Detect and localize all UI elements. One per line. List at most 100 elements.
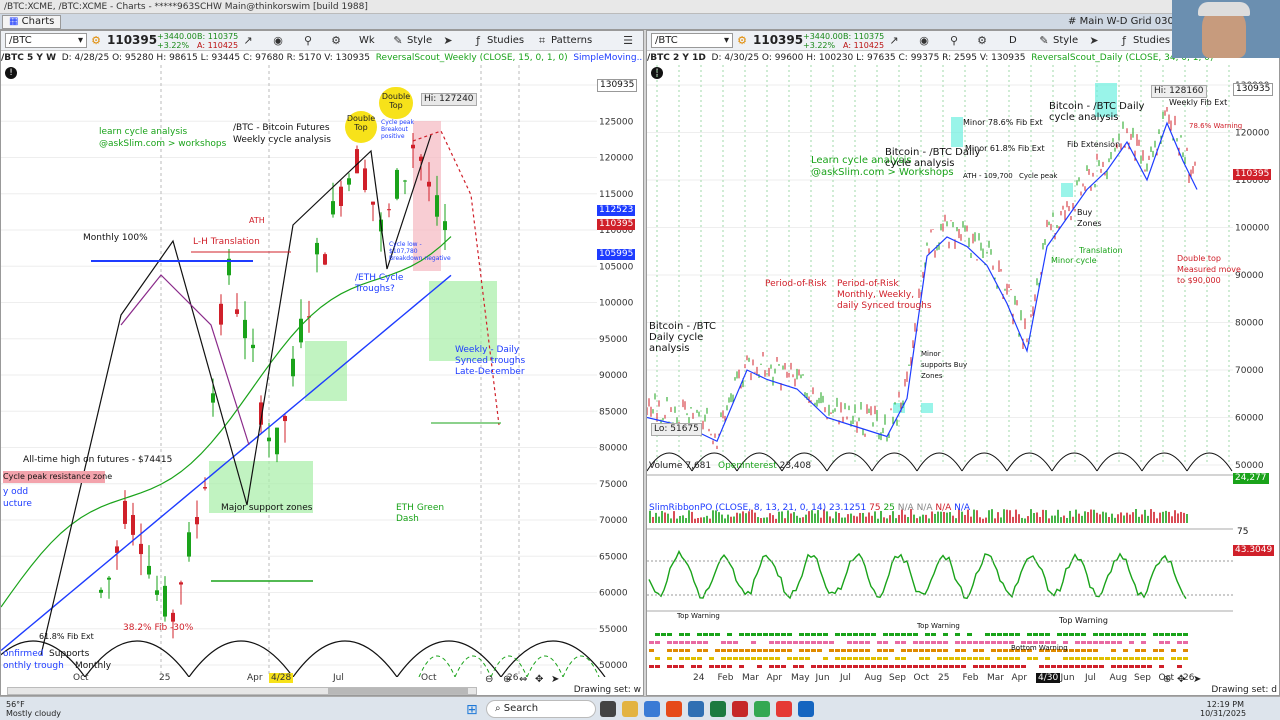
window-title: /BTC:XCME, /BTC:XCME - Charts - *****963…	[4, 2, 368, 12]
right-gear-icon[interactable]: ⚙	[975, 34, 989, 47]
right-warning-ribbon	[865, 641, 870, 644]
right-warning-ribbon	[937, 665, 942, 668]
left-drawing-set[interactable]: Drawing set: w	[574, 685, 641, 695]
right-slim-oscillator	[648, 549, 1187, 600]
right-warning-ribbon	[889, 649, 894, 652]
left-gear-icon[interactable]: ⚙	[329, 34, 343, 47]
right-warning-ribbon	[733, 649, 738, 652]
task-view-icon[interactable]	[600, 701, 616, 717]
right-warning-ribbon	[793, 641, 798, 644]
taskbar-clock[interactable]: 12:19 PM 10/31/2025	[1200, 700, 1246, 718]
chrome-icon[interactable]	[754, 701, 770, 717]
opera-icon[interactable]	[776, 701, 792, 717]
left-move-icon[interactable]: ✥	[535, 674, 543, 685]
right-warning-ribbon	[889, 665, 894, 668]
left-style-button[interactable]: Style	[407, 33, 432, 48]
tab-charts[interactable]: ▦ Charts	[2, 15, 62, 29]
left-studies-button[interactable]: Studies	[487, 33, 524, 48]
right-warning-ribbon	[751, 657, 756, 660]
right-drawing-set[interactable]: Drawing set: d	[1211, 685, 1277, 695]
left-price-chart[interactable]: 1300001250001200001150001100001050001000…	[1, 65, 644, 677]
right-warning-ribbon	[655, 641, 660, 644]
right-timeframe-button[interactable]: D	[1009, 33, 1017, 48]
app-icon-3[interactable]	[732, 701, 748, 717]
right-move-icon[interactable]: ✥	[1177, 674, 1185, 685]
left-camera-icon[interactable]: ◉	[271, 34, 285, 47]
right-slim-header: SlimRibbonPO (CLOSE, 8, 13, 21, 0, 14) 2…	[649, 503, 970, 514]
left-y-tick-label: 95000	[599, 335, 628, 345]
right-warning-ribbon	[865, 665, 870, 668]
left-candle-body	[283, 416, 287, 422]
right-x-tick-label: Jul	[840, 673, 851, 683]
right-chart-panel[interactable]: /BTC ▾ ⚙ 110395 +3440.00 +3.22% B: 110375 A…	[646, 30, 1280, 696]
right-warning-ribbon	[907, 649, 912, 652]
app-icon-2[interactable]	[688, 701, 704, 717]
left-symbol-input[interactable]: /BTC ▾	[5, 33, 87, 48]
left-cursor-tool-icon[interactable]: ➤	[551, 674, 559, 685]
right-cursor-icon[interactable]: ➤	[1087, 34, 1101, 47]
app-icon-4[interactable]	[798, 701, 814, 717]
right-volume-bar	[1129, 514, 1131, 523]
left-fib618-label: 61.8% Fib Ext	[39, 632, 94, 641]
right-volume-bar	[1036, 512, 1038, 523]
right-cycle-arc	[1141, 452, 1188, 472]
left-change-pct: +3.22%	[157, 41, 190, 50]
right-settings-icon[interactable]: ⚙	[735, 34, 749, 47]
right-share-icon[interactable]: ↗	[887, 34, 901, 47]
oi-value: 23,408	[779, 461, 812, 471]
right-warning-ribbon	[751, 641, 756, 644]
right-volume-bar	[970, 516, 972, 523]
left-chart-panel[interactable]: /BTC ▾ ⚙ 110395 +3440.00 +3.22% B: 110375 A…	[0, 30, 644, 696]
slim-v5: N/A	[935, 503, 952, 513]
right-warning-ribbon	[1069, 649, 1074, 652]
right-cursor-tool-icon[interactable]: ➤	[1193, 674, 1201, 685]
edge-icon[interactable]	[644, 701, 660, 717]
left-symbol-dropdown-icon[interactable]: ▾	[78, 34, 83, 47]
right-warning-ribbon	[817, 641, 822, 644]
left-menu-icon[interactable]: ☰	[621, 34, 635, 47]
right-studies-button[interactable]: Studies	[1133, 33, 1170, 48]
right-warning-ribbon	[739, 633, 744, 636]
left-timeframe-button[interactable]: Wk	[359, 33, 375, 48]
thinkorswim-icon[interactable]	[710, 701, 726, 717]
left-cycle-arc	[500, 640, 606, 677]
left-scrollbar-thumb[interactable]	[328, 688, 468, 694]
right-change: +3440.00 +3.22%	[803, 32, 843, 50]
left-pan-icon[interactable]: ⇔	[519, 674, 527, 685]
right-symbol-input[interactable]: /BTC ▾	[651, 33, 733, 48]
right-volume-bar	[733, 516, 735, 523]
right-zoom-in-icon[interactable]: ⊕	[1163, 674, 1171, 685]
right-warning-ribbon	[895, 665, 900, 668]
left-patterns-button[interactable]: Patterns	[551, 33, 592, 48]
right-camera-icon[interactable]: ◉	[917, 34, 931, 47]
right-volume-bar	[1084, 511, 1086, 523]
left-scrollbar[interactable]	[7, 687, 477, 695]
left-zoom-in-icon[interactable]: ⊕	[503, 674, 511, 685]
right-warning-ribbon	[811, 633, 816, 636]
right-symbol-dropdown-icon[interactable]: ▾	[724, 34, 729, 47]
right-y-tick-label: 100000	[1235, 224, 1270, 234]
right-warning-ribbon	[847, 665, 852, 668]
taskbar-search[interactable]: ⌕ Search	[486, 700, 596, 718]
left-pin-icon[interactable]: ⚲	[301, 34, 315, 47]
right-style-button[interactable]: Style	[1053, 33, 1078, 48]
left-zoom-out-icon[interactable]: ⊖	[485, 674, 493, 685]
right-pin-icon[interactable]: ⚲	[947, 34, 961, 47]
windows-start-icon[interactable]: ⊞	[466, 702, 478, 718]
file-explorer-icon[interactable]	[622, 701, 638, 717]
left-settings-icon[interactable]: ⚙	[89, 34, 103, 47]
left-cursor-icon[interactable]: ➤	[441, 34, 455, 47]
right-volume-bar	[913, 514, 915, 523]
left-share-icon[interactable]: ↗	[241, 34, 255, 47]
left-candle-body	[355, 149, 359, 174]
left-y-tick-label: 85000	[599, 407, 628, 417]
weather-widget[interactable]: 56°F Mostly cloudy	[6, 700, 61, 718]
oi-label: OpenInterest	[718, 461, 777, 471]
left-eth-cycle-label: /ETH Cycle Troughs?	[355, 273, 404, 294]
right-volume-bar	[1057, 509, 1059, 523]
right-volume-bar	[1048, 518, 1050, 523]
left-ask: A: 110425	[197, 41, 239, 50]
right-warning-ribbon	[955, 641, 960, 644]
right-warning-ribbon	[865, 633, 870, 636]
app-icon-1[interactable]	[666, 701, 682, 717]
